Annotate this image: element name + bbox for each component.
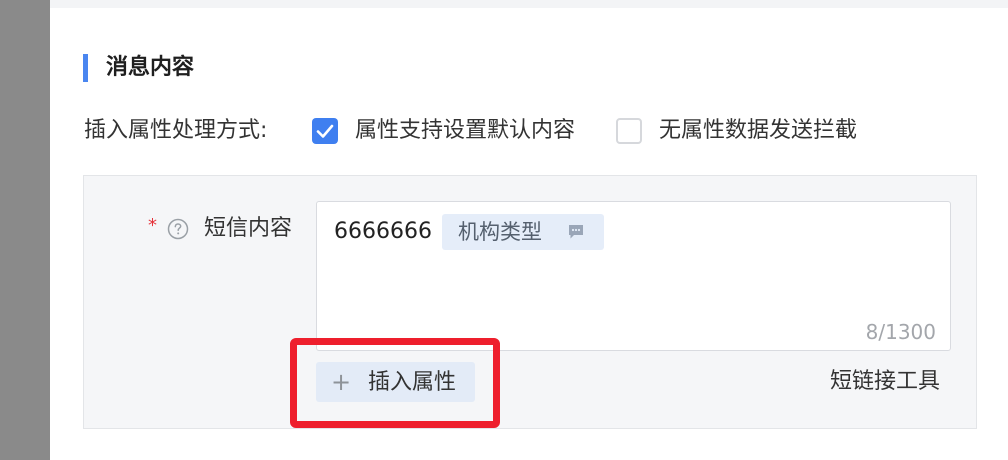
highlight-annotation — [290, 338, 500, 428]
check-icon — [316, 124, 334, 138]
question-circle-icon[interactable] — [167, 218, 189, 240]
attr-handling-label: 插入属性处理方式: — [84, 118, 268, 143]
top-divider — [50, 0, 1008, 8]
checkbox-block-no-attr[interactable] — [616, 118, 642, 144]
checkbox-default-content[interactable] — [312, 118, 338, 144]
attribute-tag-label: 机构类型 — [458, 220, 542, 244]
section-accent-bar — [83, 54, 88, 82]
section-title: 消息内容 — [106, 55, 195, 80]
sms-content-label: 短信内容 — [204, 216, 293, 241]
char-counter: 8/1300 — [865, 320, 936, 344]
option-block-no-attr-label[interactable]: 无属性数据发送拦截 — [659, 115, 857, 147]
option-default-content-label[interactable]: 属性支持设置默认内容 — [355, 115, 575, 147]
sms-content-text: 6666666 — [334, 219, 432, 244]
comment-dots-icon[interactable] — [567, 223, 585, 241]
required-mark: * — [148, 215, 157, 236]
left-gutter — [0, 0, 50, 460]
short-link-tool-link[interactable]: 短链接工具 — [830, 366, 940, 398]
